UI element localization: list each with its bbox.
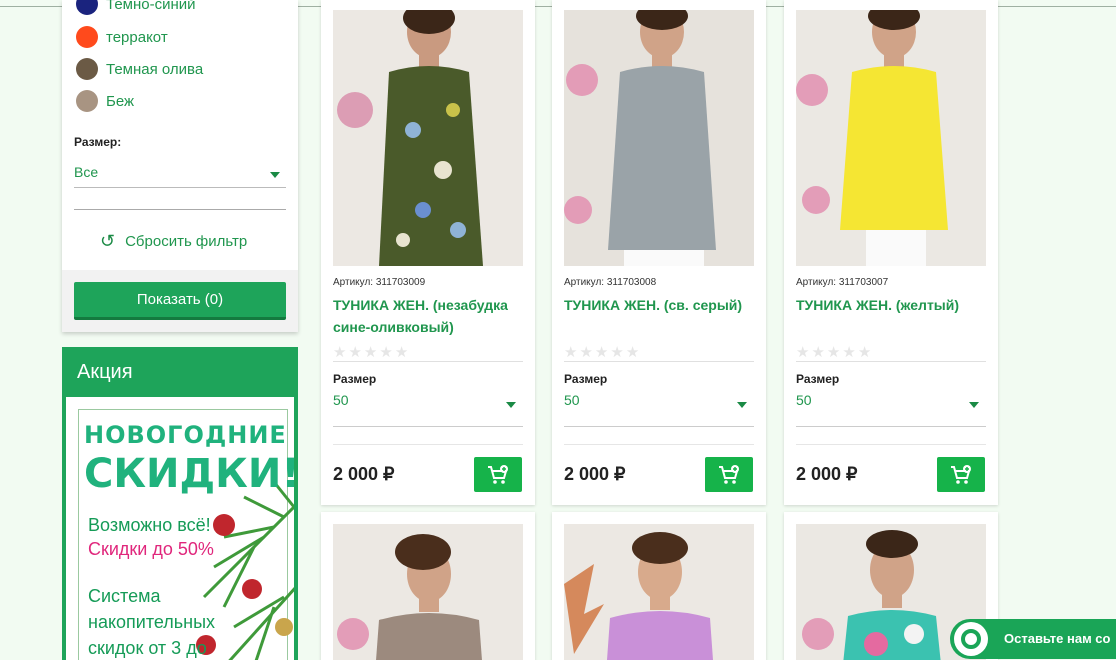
show-results-button[interactable]: Показать (0) xyxy=(74,282,286,320)
promo-title: Акция xyxy=(77,361,133,383)
divider xyxy=(564,444,754,445)
star-icon: ★ xyxy=(348,344,362,361)
divider xyxy=(796,361,986,362)
star-icon: ★ xyxy=(363,344,378,361)
star-icon: ★ xyxy=(857,344,872,361)
star-icon: ★ xyxy=(842,344,856,361)
size-label: Размер xyxy=(796,372,840,386)
chevron-down-icon[interactable] xyxy=(737,402,747,408)
star-icon: ★ xyxy=(796,344,810,361)
rating-stars[interactable]: ★ ★ ★ ★ ★ xyxy=(796,345,871,360)
divider xyxy=(564,361,754,362)
product-card: Артикул: 311703009 ТУНИКА ЖЕН. (незабудк… xyxy=(321,0,535,505)
product-sku: Артикул: 311703007 xyxy=(796,277,889,288)
color-swatch xyxy=(76,26,98,48)
star-icon: ★ xyxy=(333,344,347,361)
model-photo xyxy=(564,10,754,266)
chat-icon xyxy=(954,622,988,656)
color-label: Темно-синий xyxy=(106,0,196,13)
product-photo[interactable] xyxy=(564,10,754,266)
product-sku: Артикул: 311703009 xyxy=(333,277,426,288)
star-icon: ★ xyxy=(826,344,841,361)
divider xyxy=(74,209,286,210)
product-name-link[interactable]: ТУНИКА ЖЕН. (св. серый) xyxy=(564,294,756,316)
cart-plus-icon xyxy=(951,464,971,484)
star-icon: ★ xyxy=(610,344,624,361)
color-option-dark-olive[interactable]: Темная олива xyxy=(76,57,203,81)
model-photo xyxy=(796,10,986,266)
product-card: Артикул: 311703007 ТУНИКА ЖЕН. (желтый) … xyxy=(784,0,998,505)
reset-filter-button[interactable]: ↺ Сбросить фильтр xyxy=(100,230,247,252)
promo-banner[interactable]: НОВОГОДНИЕ СКИДКИ! Возможно всё! Скидки … xyxy=(66,397,294,660)
banner-text-1: Возможно всё! xyxy=(88,515,211,535)
color-label: Темная олива xyxy=(106,60,204,78)
add-to-cart-button[interactable] xyxy=(937,457,985,492)
color-option-terracotta[interactable]: терракот xyxy=(76,25,168,49)
star-icon: ★ xyxy=(564,344,578,361)
divider xyxy=(564,426,754,427)
size-select[interactable]: 50 xyxy=(796,392,812,408)
product-price: 2 000 ₽ xyxy=(333,464,395,484)
divider xyxy=(333,444,523,445)
rating-stars[interactable]: ★ ★ ★ ★ ★ xyxy=(333,345,408,360)
size-select-value: Все xyxy=(74,164,99,180)
banner-text-2: Скидки до 50% xyxy=(88,539,214,559)
add-to-cart-button[interactable] xyxy=(474,457,522,492)
cart-plus-icon xyxy=(719,464,739,484)
promo-block: Акция НОВОГОДНИЕ СКИДКИ! Возможно всё! С… xyxy=(62,347,298,660)
size-filter-title: Размер: xyxy=(74,135,122,149)
product-card xyxy=(552,512,766,660)
color-option-dark-blue[interactable]: Темно-синий xyxy=(76,0,196,16)
model-photo xyxy=(333,524,523,660)
cart-plus-icon xyxy=(488,464,508,484)
model-photo xyxy=(564,524,754,660)
filter-panel: Темно-синий терракот Темная олива Беж Ра… xyxy=(62,0,298,332)
chevron-down-icon xyxy=(270,172,280,178)
size-label: Размер xyxy=(564,372,608,386)
product-name-link[interactable]: ТУНИКА ЖЕН. (незабудка сине-оливковый) xyxy=(333,294,525,338)
color-swatch xyxy=(76,90,98,112)
product-card xyxy=(321,512,535,660)
banner-text-3: Система накопительных скидок от 3 до 20% xyxy=(88,586,216,658)
reset-filter-label: Сбросить фильтр xyxy=(125,232,248,250)
product-photo[interactable] xyxy=(796,10,986,266)
product-price: 2 000 ₽ xyxy=(796,464,858,484)
star-icon: ★ xyxy=(594,344,609,361)
divider xyxy=(796,426,986,427)
banner-heading-1: НОВОГОДНИЕ xyxy=(84,421,287,449)
size-select[interactable]: 50 xyxy=(333,392,349,408)
divider xyxy=(333,361,523,362)
product-sku: Артикул: 311703008 xyxy=(564,277,657,288)
star-icon: ★ xyxy=(625,344,640,361)
color-label: Беж xyxy=(106,92,135,110)
color-label: терракот xyxy=(106,28,168,46)
star-icon: ★ xyxy=(394,344,409,361)
model-photo xyxy=(333,10,523,266)
refresh-icon: ↺ xyxy=(100,231,116,251)
rating-stars[interactable]: ★ ★ ★ ★ ★ xyxy=(564,345,639,360)
divider xyxy=(796,444,986,445)
star-icon: ★ xyxy=(379,344,393,361)
banner-heading-2: СКИДКИ! xyxy=(84,451,294,497)
product-photo[interactable] xyxy=(564,524,754,660)
star-icon: ★ xyxy=(811,344,825,361)
product-card: Артикул: 311703008 ТУНИКА ЖЕН. (св. серы… xyxy=(552,0,766,505)
product-price: 2 000 ₽ xyxy=(564,464,626,484)
size-label: Размер xyxy=(333,372,377,386)
chat-widget-label: Оставьте нам со xyxy=(1004,631,1111,646)
chat-widget-button[interactable]: Оставьте нам со xyxy=(950,619,1116,659)
product-photo[interactable] xyxy=(333,10,523,266)
chevron-down-icon[interactable] xyxy=(506,402,516,408)
size-select[interactable]: 50 xyxy=(564,392,580,408)
color-swatch xyxy=(76,58,98,80)
star-icon: ★ xyxy=(579,344,593,361)
divider xyxy=(333,426,523,427)
chevron-down-icon[interactable] xyxy=(969,402,979,408)
add-to-cart-button[interactable] xyxy=(705,457,753,492)
product-photo[interactable] xyxy=(333,524,523,660)
color-option-beige[interactable]: Беж xyxy=(76,89,134,113)
product-name-link[interactable]: ТУНИКА ЖЕН. (желтый) xyxy=(796,294,988,316)
color-swatch xyxy=(76,0,98,15)
size-select[interactable]: Все xyxy=(74,160,286,188)
